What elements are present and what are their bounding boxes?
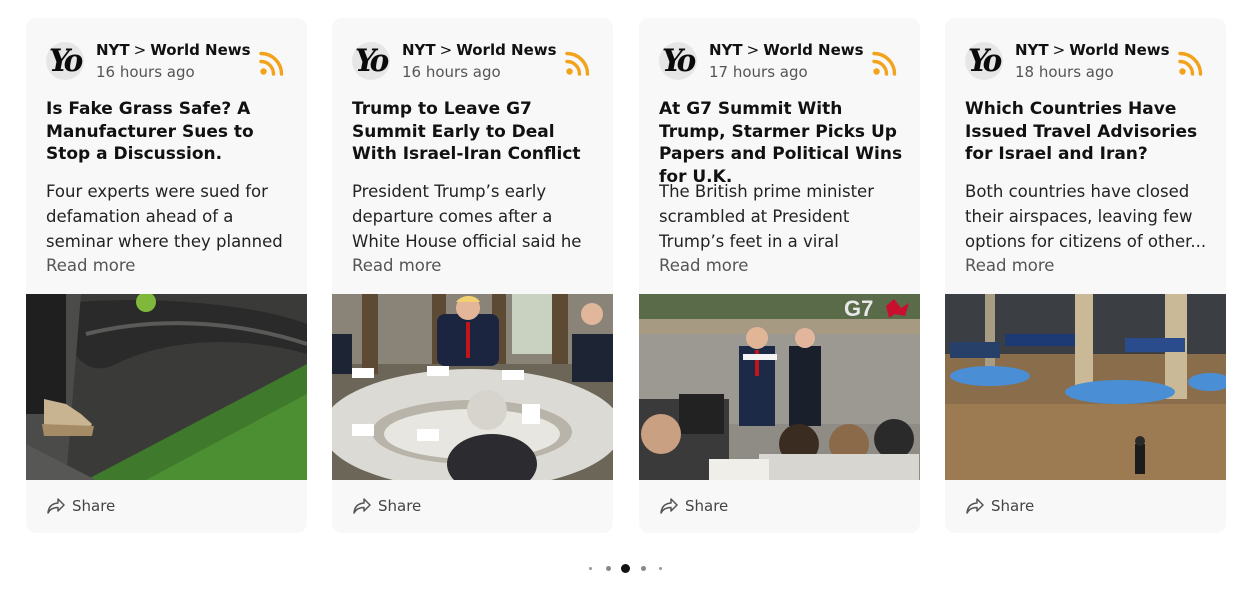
news-card[interactable]: Yo NYT > World News 17 hours ago At G7 Sum… xyxy=(639,18,920,533)
breadcrumb-separator: > xyxy=(133,41,147,59)
article-summary: The British prime minister scrambled at … xyxy=(659,182,874,251)
read-more-link[interactable]: Read more xyxy=(46,256,135,275)
article-title[interactable]: Which Countries Have Issued Travel Advis… xyxy=(965,98,1212,166)
source-breadcrumb[interactable]: NYT > World News xyxy=(1015,41,1170,59)
article-summary: Both countries have closed their airspac… xyxy=(965,182,1207,251)
publisher-logo: Yo xyxy=(659,42,697,80)
article-title[interactable]: Is Fake Grass Safe? A Manufacturer Sues … xyxy=(46,98,293,166)
pagination-dot[interactable] xyxy=(641,566,646,571)
publisher-logo: Yo xyxy=(965,42,1003,80)
article-image[interactable] xyxy=(332,294,613,480)
g7-sign: G7 xyxy=(844,296,873,321)
read-more-link[interactable]: Read more xyxy=(352,256,441,275)
section-name: World News xyxy=(1069,41,1170,59)
share-button[interactable]: Share xyxy=(352,495,421,517)
article-summary: Four experts were sued for defamation ah… xyxy=(46,182,283,251)
share-icon xyxy=(353,498,371,514)
article-title[interactable]: At G7 Summit With Trump, Starmer Picks U… xyxy=(659,98,906,188)
timestamp: 17 hours ago xyxy=(709,63,808,81)
article-title[interactable]: Trump to Leave G7 Summit Early to Deal W… xyxy=(352,98,599,166)
article-image[interactable] xyxy=(26,294,307,480)
rss-feed-icon[interactable] xyxy=(1178,50,1204,76)
source-name: NYT xyxy=(1015,41,1049,59)
source-breadcrumb[interactable]: NYT > World News xyxy=(402,41,557,59)
read-more-link[interactable]: Read more xyxy=(965,256,1054,275)
pagination-dot[interactable] xyxy=(606,566,611,571)
share-button[interactable]: Share xyxy=(46,495,115,517)
publisher-logo: Yo xyxy=(46,42,84,80)
card-header: Yo NYT > World News 16 hours ago xyxy=(46,41,291,84)
share-icon xyxy=(966,498,984,514)
news-card[interactable]: Yo NYT > World News 18 hours ago Which Cou… xyxy=(945,18,1226,533)
share-button[interactable]: Share xyxy=(659,495,728,517)
share-label: Share xyxy=(991,497,1035,515)
rss-feed-icon[interactable] xyxy=(872,50,898,76)
news-card[interactable]: Yo NYT > World News 16 hours ago Trump to … xyxy=(332,18,613,533)
timestamp: 16 hours ago xyxy=(402,63,501,81)
carousel-pagination xyxy=(585,562,665,574)
card-header: Yo NYT > World News 18 hours ago xyxy=(965,41,1210,84)
news-card[interactable]: Yo NYT > World News 16 hours ago Is Fake G… xyxy=(26,18,307,533)
share-icon xyxy=(660,498,678,514)
share-icon xyxy=(47,498,65,514)
article-image[interactable] xyxy=(945,294,1226,480)
source-name: NYT xyxy=(96,41,130,59)
section-name: World News xyxy=(763,41,864,59)
rss-feed-icon[interactable] xyxy=(565,50,591,76)
breadcrumb-separator: > xyxy=(439,41,453,59)
timestamp: 18 hours ago xyxy=(1015,63,1114,81)
source-name: NYT xyxy=(402,41,436,59)
pagination-dot-active[interactable] xyxy=(621,564,630,573)
breadcrumb-separator: > xyxy=(1052,41,1066,59)
share-label: Share xyxy=(378,497,422,515)
timestamp: 16 hours ago xyxy=(96,63,195,81)
section-name: World News xyxy=(456,41,557,59)
section-name: World News xyxy=(150,41,251,59)
read-more-link[interactable]: Read more xyxy=(659,256,748,275)
card-header: Yo NYT > World News 16 hours ago xyxy=(352,41,597,84)
share-button[interactable]: Share xyxy=(965,495,1034,517)
source-breadcrumb[interactable]: NYT > World News xyxy=(96,41,251,59)
article-image[interactable]: G7 xyxy=(639,294,920,480)
share-label: Share xyxy=(72,497,116,515)
pagination-dot[interactable] xyxy=(659,567,662,570)
card-header: Yo NYT > World News 17 hours ago xyxy=(659,41,904,84)
rss-feed-icon[interactable] xyxy=(259,50,285,76)
share-label: Share xyxy=(685,497,729,515)
pagination-dot[interactable] xyxy=(589,567,592,570)
source-breadcrumb[interactable]: NYT > World News xyxy=(709,41,864,59)
source-name: NYT xyxy=(709,41,743,59)
article-summary: President Trump’s early departure comes … xyxy=(352,182,582,251)
publisher-logo: Yo xyxy=(352,42,390,80)
breadcrumb-separator: > xyxy=(746,41,760,59)
